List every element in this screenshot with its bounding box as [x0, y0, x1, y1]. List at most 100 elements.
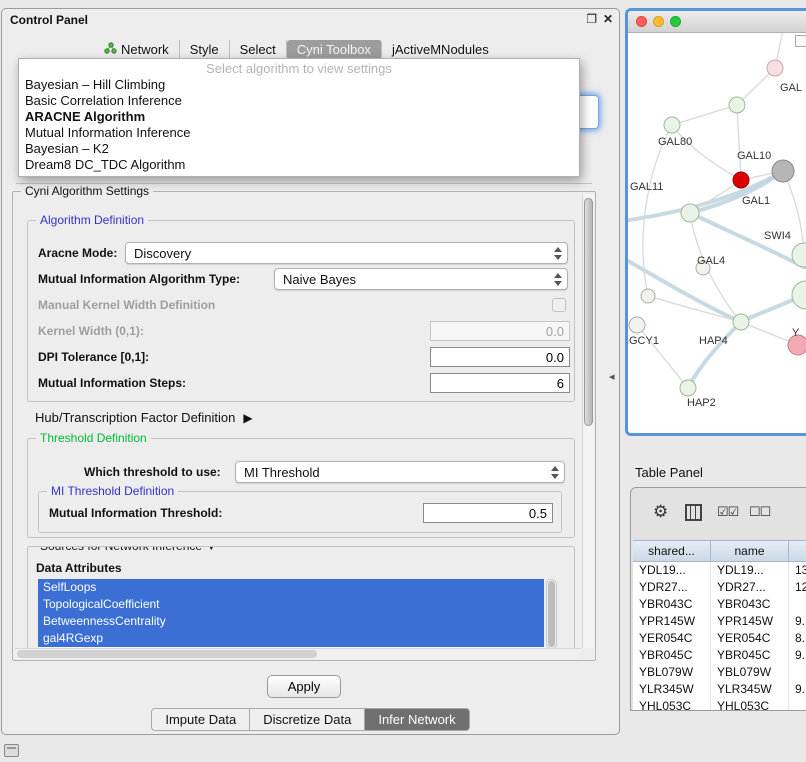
dpi-tolerance-field[interactable]: [430, 347, 570, 367]
sources-title-label: Sources for Network Inference: [40, 546, 202, 553]
table-row[interactable]: YBL079W YBL079W: [633, 664, 806, 681]
network-icon: [104, 42, 117, 57]
float-window-icon[interactable]: ❐: [586, 12, 597, 26]
select-all-columns-icon[interactable]: ☑☑: [717, 504, 738, 520]
tab-jactivemnodules[interactable]: jActiveMNodules: [382, 40, 499, 59]
gear-icon[interactable]: ⚙: [653, 502, 668, 522]
deselect-all-columns-icon[interactable]: ☐☐: [749, 504, 770, 520]
hub-definition-label: Hub/Transcription Factor Definition: [35, 410, 235, 425]
dropdown-item-bayesian-hill-climbing[interactable]: Bayesian – Hill Climbing: [19, 77, 579, 93]
network-node-gcy1[interactable]: [629, 317, 645, 333]
network-view-window: GAL GAL80 GAL10 GAL11 GAL1 SWI4 GAL4 GCY…: [625, 8, 806, 436]
network-canvas[interactable]: GAL GAL80 GAL10 GAL11 GAL1 SWI4 GAL4 GCY…: [628, 33, 806, 433]
list-item[interactable]: SelfLoops: [38, 579, 544, 596]
network-edge: [672, 125, 741, 180]
manual-kernel-width-checkbox[interactable]: [552, 298, 566, 312]
mi-threshold-field[interactable]: [423, 503, 553, 523]
which-threshold-select[interactable]: MI Threshold: [235, 461, 565, 483]
tab-label: jActiveMNodules: [392, 42, 489, 57]
network-node[interactable]: [772, 160, 794, 182]
tab-infer-network[interactable]: Infer Network: [365, 708, 469, 731]
scrollbar-thumb[interactable]: [17, 650, 317, 658]
network-node[interactable]: [641, 289, 655, 303]
table-toolbar: ⚙ ☑☑ ☐☐: [631, 488, 806, 540]
tab-label: Cyni Toolbox: [297, 42, 371, 57]
table-row[interactable]: YER054C YER054C 8.: [633, 630, 806, 647]
tab-discretize-data[interactable]: Discretize Data: [250, 708, 365, 731]
algorithm-dropdown-popup: Select algorithm to view settings Bayesi…: [18, 58, 580, 177]
network-node[interactable]: [664, 117, 680, 133]
window-title: Control Panel: [10, 13, 88, 27]
tab-network[interactable]: Network: [94, 40, 180, 59]
combo-arrows-icon: [551, 466, 559, 479]
mi-steps-field[interactable]: [430, 373, 570, 393]
dropdown-item-basic-correlation[interactable]: Basic Correlation Inference: [19, 93, 579, 109]
cell: YPR145W: [633, 613, 711, 630]
mi-algorithm-type-select[interactable]: Naive Bayes: [274, 268, 568, 290]
tab-select[interactable]: Select: [230, 40, 287, 59]
scrollbar-thumb[interactable]: [548, 581, 555, 647]
cell: YPR145W: [711, 613, 789, 630]
node-label: GAL10: [737, 150, 771, 162]
network-node[interactable]: [681, 204, 699, 222]
table-row[interactable]: YDR27... YDR27... 12: [633, 579, 806, 596]
table-row[interactable]: YDL19... YDL19... 13: [633, 562, 806, 579]
column-header-shared-name[interactable]: shared...: [633, 541, 711, 561]
network-node[interactable]: [729, 97, 745, 113]
tab-cyni-toolbox[interactable]: Cyni Toolbox: [287, 40, 382, 59]
network-node-hap2[interactable]: [680, 380, 696, 396]
sources-title[interactable]: Sources for Network Inference ▼: [36, 546, 221, 553]
cell: YDR27...: [633, 579, 711, 596]
scrollbar-thumb[interactable]: [584, 198, 593, 426]
combo-arrows-icon: [554, 247, 562, 260]
node-label: HAP4: [699, 335, 728, 347]
settings-vertical-scrollbar[interactable]: [582, 194, 594, 648]
close-icon[interactable]: ✕: [603, 12, 613, 26]
network-node[interactable]: [792, 281, 806, 309]
table-row[interactable]: YLR345W YLR345W 9.: [633, 681, 806, 698]
tab-impute-data[interactable]: Impute Data: [151, 708, 250, 731]
dropdown-item-mutual-information[interactable]: Mutual Information Inference: [19, 125, 579, 141]
dropdown-item-dream8[interactable]: Dream8 DC_TDC Algorithm: [19, 157, 579, 173]
cell: 9.: [789, 613, 806, 630]
zoom-traffic-icon[interactable]: [670, 16, 681, 27]
dropdown-item-bayesian-k2[interactable]: Bayesian – K2: [19, 141, 579, 157]
network-graph: GAL GAL80 GAL10 GAL11 GAL1 SWI4 GAL4 GCY…: [628, 33, 806, 433]
table-row[interactable]: YHL053C YHL053C: [633, 698, 806, 711]
collapse-down-icon[interactable]: ▼: [205, 546, 217, 553]
threshold-definition-title: Threshold Definition: [36, 431, 151, 445]
dropdown-item-aracne[interactable]: ARACNE Algorithm: [19, 109, 579, 125]
column-header-name[interactable]: name: [711, 541, 789, 561]
aracne-mode-select[interactable]: Discovery: [125, 242, 568, 264]
kernel-width-field[interactable]: [430, 321, 570, 341]
columns-icon[interactable]: [685, 504, 702, 521]
network-window-titlebar[interactable]: [628, 11, 806, 33]
network-node[interactable]: [767, 60, 783, 76]
cyni-algorithm-settings-group: Cyni Algorithm Settings Algorithm Defini…: [12, 191, 596, 661]
canvas-scroll-button[interactable]: [795, 35, 806, 47]
algorithm-definition-title: Algorithm Definition: [36, 213, 148, 227]
hub-definition-section[interactable]: Hub/Transcription Factor Definition ▶: [35, 410, 253, 425]
docked-panel-icon[interactable]: [4, 744, 19, 757]
table-row[interactable]: YBR045C YBR045C 9.: [633, 647, 806, 664]
network-node-gal10[interactable]: [733, 172, 749, 188]
table-row[interactable]: YBR043C YBR043C: [633, 596, 806, 613]
list-item[interactable]: BetweennessCentrality: [38, 613, 544, 630]
list-item[interactable]: gal4RGexp: [38, 630, 544, 647]
cell: YBL079W: [711, 664, 789, 681]
close-traffic-icon[interactable]: [636, 16, 647, 27]
settings-horizontal-scrollbar[interactable]: [15, 648, 581, 659]
cell: [789, 664, 806, 681]
attributes-scrollbar[interactable]: [546, 579, 557, 649]
cell: YDL19...: [633, 562, 711, 579]
minimize-traffic-icon[interactable]: [653, 16, 664, 27]
network-node-hap4[interactable]: [733, 314, 749, 330]
column-header-partial[interactable]: [789, 541, 806, 561]
collapse-left-icon[interactable]: ◂: [609, 370, 615, 383]
data-attributes-list[interactable]: SelfLoops TopologicalCoefficient Between…: [38, 579, 544, 649]
list-item[interactable]: TopologicalCoefficient: [38, 596, 544, 613]
table-row[interactable]: YPR145W YPR145W 9.: [633, 613, 806, 630]
apply-button[interactable]: Apply: [267, 675, 341, 698]
tab-style[interactable]: Style: [180, 40, 230, 59]
expand-right-icon[interactable]: ▶: [243, 411, 252, 425]
